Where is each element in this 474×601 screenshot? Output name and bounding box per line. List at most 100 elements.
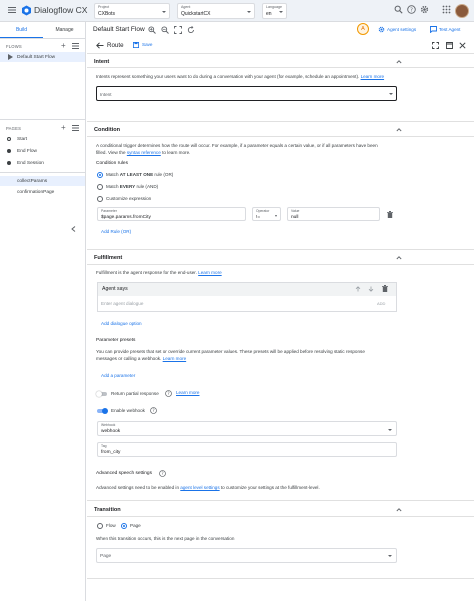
radio-customize[interactable]	[97, 196, 103, 202]
parameter-field[interactable]: Parameter $page.params.fromCity	[97, 207, 246, 221]
condition-rules-label: Condition rules	[96, 161, 128, 166]
delete-icon[interactable]	[382, 285, 388, 292]
tab-manage[interactable]: Manage	[43, 23, 86, 38]
fullscreen-icon[interactable]	[432, 42, 439, 49]
svg-text:?: ?	[161, 471, 163, 477]
radio-match-or[interactable]	[97, 172, 103, 178]
page-placeholder: Page	[100, 553, 112, 559]
add-rule-button[interactable]: Add Rule (OR)	[101, 229, 131, 234]
gear-icon[interactable]	[378, 26, 385, 33]
add-parameter-button[interactable]: Add a parameter	[101, 373, 135, 378]
zoom-out-icon[interactable]	[161, 26, 169, 34]
agent-level-settings-link[interactable]: agent level settings	[180, 485, 219, 490]
close-icon[interactable]	[459, 42, 466, 49]
divider	[87, 264, 474, 265]
condition-section-title: Condition	[94, 127, 121, 133]
sidebar-item-end-flow[interactable]: End Flow	[0, 146, 85, 156]
radio-match-and-label: Match EVERY rule (AND)	[106, 184, 159, 189]
chevron-down-icon	[279, 11, 283, 13]
search-icon[interactable]	[394, 5, 403, 14]
divider	[87, 516, 474, 517]
list-view-icon[interactable]	[72, 125, 79, 131]
sidebar-item-end-session[interactable]: End Session	[0, 158, 85, 168]
transition-section-title: Transition	[94, 507, 121, 513]
radio-transition-flow-label: Flow	[106, 523, 116, 528]
add-dialogue-small-button[interactable]: ADD	[377, 301, 385, 306]
menu-icon[interactable]	[8, 6, 16, 14]
intent-section-title: Intent	[94, 59, 110, 65]
help-icon[interactable]: ?	[165, 390, 172, 397]
value-label: Value	[291, 209, 300, 213]
chevron-up-icon[interactable]	[396, 59, 402, 65]
project-select[interactable]: Project CXBots	[94, 3, 170, 19]
gear-icon[interactable]	[420, 5, 429, 14]
add-dialogue-option-button[interactable]: Add dialogue option	[101, 321, 142, 326]
help-icon[interactable]: ?	[159, 470, 166, 477]
add-flow-icon[interactable]: +	[61, 42, 66, 50]
sidebar-item-collect-params[interactable]: collectParams	[0, 176, 85, 186]
chevron-up-icon[interactable]	[396, 507, 402, 513]
save-icon[interactable]	[133, 42, 139, 48]
project-value: CXBots	[98, 11, 115, 17]
intent-select[interactable]: Intent	[96, 86, 397, 101]
help-icon[interactable]: ?	[150, 407, 157, 414]
avatar[interactable]	[455, 4, 469, 18]
fulfillment-description: Fulfillment is the agent response for th…	[96, 270, 222, 275]
chevron-down-icon	[247, 11, 251, 13]
tag-field[interactable]: Tag from_city	[97, 442, 397, 457]
help-icon[interactable]: ?	[407, 5, 416, 14]
test-agent-button[interactable]: Test Agent	[439, 27, 460, 32]
arrow-down-icon[interactable]	[368, 286, 374, 292]
intent-placeholder: Intent	[100, 91, 112, 97]
webhook-value: webhook	[101, 428, 121, 434]
parameter-presets-title: Parameter presets	[96, 338, 136, 343]
presets-learn-more-link[interactable]: Learn more	[163, 356, 187, 361]
back-arrow-icon[interactable]	[96, 42, 104, 49]
list-view-icon[interactable]	[72, 43, 79, 49]
fulfillment-learn-more-link[interactable]: Learn more	[198, 270, 222, 275]
operator-label: Operator	[256, 209, 270, 213]
chevron-up-icon[interactable]	[396, 127, 402, 133]
chevron-up-icon[interactable]	[396, 255, 402, 261]
add-page-icon[interactable]: +	[61, 124, 66, 132]
save-button[interactable]: Save	[142, 42, 152, 47]
dialogflow-logo-icon	[22, 5, 31, 16]
zoom-in-icon[interactable]	[148, 26, 156, 34]
reset-icon[interactable]	[187, 26, 195, 34]
svg-text:?: ?	[167, 391, 169, 397]
value-field[interactable]: Value null	[287, 207, 380, 221]
chat-icon[interactable]	[430, 26, 437, 33]
sidebar	[0, 22, 86, 601]
toggle-knob	[102, 408, 108, 414]
intent-learn-more-link[interactable]: Learn more	[361, 74, 385, 79]
expand-icon[interactable]	[446, 42, 453, 49]
radio-match-and[interactable]	[97, 184, 103, 190]
sidebar-item-start[interactable]: Start	[0, 134, 85, 144]
divider	[0, 119, 86, 120]
agent-settings-button[interactable]: Agent settings	[387, 27, 416, 32]
radio-transition-page[interactable]	[121, 523, 127, 529]
svg-text:?: ?	[152, 408, 154, 414]
divider	[87, 500, 474, 501]
webhook-label: Webhook	[101, 423, 116, 427]
agent-says-title: Agent says	[102, 286, 128, 292]
arrow-up-icon[interactable]	[355, 286, 361, 292]
page-select[interactable]: Page	[96, 548, 397, 563]
syntax-reference-link[interactable]: syntax reference	[127, 150, 161, 155]
radio-transition-flow[interactable]	[97, 523, 103, 529]
agent-select[interactable]: Agent QuickstartCX	[177, 3, 255, 19]
sidebar-item-confirmation-page[interactable]: confirmationPage	[0, 187, 85, 197]
transition-description: When this transition occurs, this is the…	[96, 536, 235, 541]
dialogue-input[interactable]: Enter agent dialogue	[101, 301, 143, 306]
partial-response-learn-more-link[interactable]: Learn more	[176, 390, 200, 395]
tab-build[interactable]: Build	[0, 23, 43, 38]
delete-icon[interactable]	[387, 211, 393, 218]
apps-grid-icon[interactable]	[442, 5, 451, 14]
language-select[interactable]: Language en	[262, 3, 287, 19]
agent-label: Agent	[181, 5, 191, 9]
divider	[87, 121, 474, 122]
webhook-select[interactable]: Webhook webhook	[97, 421, 397, 436]
operator-select[interactable]: Operator !=	[252, 207, 281, 221]
fit-screen-icon[interactable]	[174, 26, 182, 34]
collapse-chevron-icon[interactable]	[71, 226, 76, 232]
